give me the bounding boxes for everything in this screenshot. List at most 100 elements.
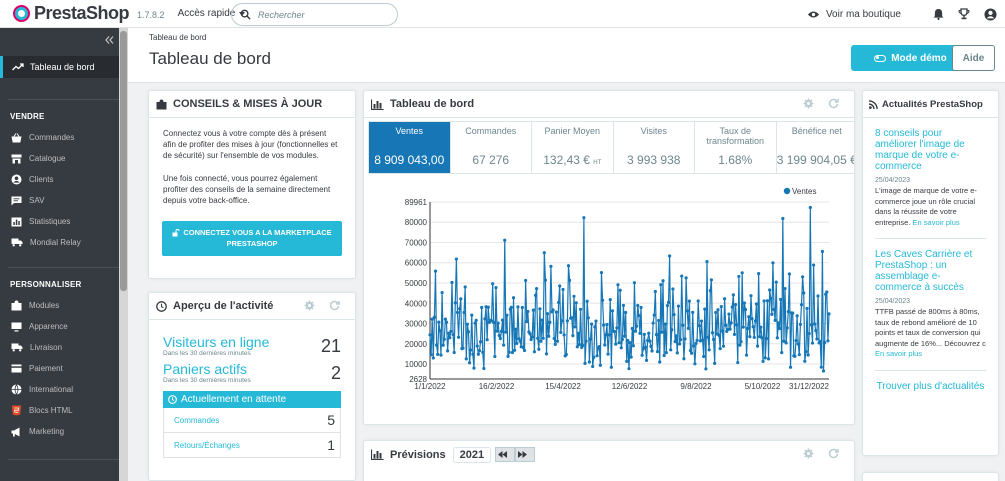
data-point [643, 345, 648, 349]
marketplace-connect-button[interactable]: CONNECTEZ VOUS A LA MARKETPLACE PRESTASH… [162, 221, 342, 256]
y-tick-label: 20000 [405, 340, 428, 349]
data-point [722, 297, 727, 301]
data-point [442, 337, 446, 341]
sidebar-item-shipping[interactable]: Livraison [0, 337, 128, 358]
y-tick-label: 40000 [405, 299, 428, 308]
data-point [719, 305, 723, 309]
sidebar-item-appearance[interactable]: Apparence [0, 316, 128, 337]
sidebar-item-label: Tableau de bord [30, 62, 95, 72]
pending-orders-label[interactable]: Commandes [174, 416, 219, 425]
sidebar-item-sav[interactable]: SAV [0, 190, 128, 211]
next-year-button[interactable] [515, 447, 536, 462]
active-carts-value: 2 [330, 363, 341, 383]
online-visitors-label[interactable]: Visiteurs en ligne [163, 334, 269, 350]
data-point [815, 337, 819, 341]
search-input[interactable]: Rechercher [231, 3, 398, 26]
pending-returns-label[interactable]: Retours/Échanges [174, 441, 240, 450]
data-point [764, 336, 768, 341]
data-point [730, 305, 734, 309]
refresh-icon[interactable] [828, 98, 839, 109]
marketplace-button-line2: PRESTASHOP [226, 239, 278, 248]
data-point [561, 287, 565, 292]
breadcrumb[interactable]: Tableau de bord [149, 33, 206, 42]
sidebar-item-html-blocks[interactable]: Blocs HTML [0, 400, 128, 421]
data-point [760, 336, 764, 340]
news-item-title[interactable]: Les Caves Carrière et PrestaShop : un as… [875, 249, 986, 293]
sidebar-scrollbar-thumb[interactable] [120, 31, 127, 291]
data-point [631, 344, 635, 348]
puzzle-icon [11, 300, 22, 311]
data-point [705, 260, 709, 264]
data-point [609, 365, 613, 369]
kpi-tabs: Ventes 8 909 043,00 Commandes 67 276 Pan… [368, 121, 854, 174]
data-point [818, 339, 822, 344]
sidebar-scrollbar[interactable] [119, 28, 128, 481]
data-point [685, 309, 689, 313]
read-more-link[interactable]: En savoir plus [913, 218, 960, 227]
sidebar-collapse-button[interactable] [0, 28, 128, 52]
news-item-date: 25/04/2023 [875, 177, 911, 184]
trophy-icon[interactable] [958, 8, 970, 20]
active-carts-label[interactable]: Paniers actifs [163, 361, 251, 377]
sidebar-item-mondial-relay[interactable]: Mondial Relay [0, 232, 128, 253]
sidebar-item-modules[interactable]: Modules [0, 295, 128, 316]
eye-icon [807, 10, 820, 18]
settings-gear-icon[interactable] [803, 98, 814, 109]
sidebar-item-customers[interactable]: Clients [0, 169, 128, 190]
pending-returns-row[interactable]: Retours/Échanges 1 [163, 433, 341, 458]
sidebar-item-marketing[interactable]: Marketing [0, 421, 128, 442]
news-item-title[interactable]: 8 conseils pour améliorer l'image de mar… [875, 128, 986, 172]
data-point [628, 341, 632, 345]
pending-orders-row[interactable]: Commandes 5 [163, 408, 341, 433]
data-point [474, 318, 478, 322]
data-point [774, 280, 778, 284]
refresh-icon[interactable] [329, 300, 340, 311]
data-point [538, 307, 542, 311]
data-point [428, 333, 432, 337]
data-point [464, 357, 468, 361]
sidebar-item-dashboard[interactable]: Tableau de bord [0, 56, 128, 78]
card-header: CONSEILS & MISES À JOUR [149, 91, 355, 118]
kpi-tab-average-cart[interactable]: Panier Moyen 132,43 € HT [532, 122, 614, 173]
kpi-tab-orders[interactable]: Commandes 67 276 [451, 122, 532, 173]
data-point [637, 313, 641, 318]
data-point [674, 334, 678, 338]
data-point [819, 365, 823, 369]
more-news-link[interactable]: Trouver plus d'actualités [875, 381, 986, 392]
data-point [799, 303, 804, 307]
data-point [595, 354, 599, 358]
read-more-link[interactable]: En savoir plus [875, 349, 922, 358]
previous-year-button[interactable] [495, 447, 516, 462]
data-point [566, 264, 571, 268]
prestashop-logo[interactable]: PrestaShop 1.7.8.2 [13, 3, 165, 24]
data-point [710, 331, 715, 335]
data-point [467, 361, 472, 365]
sidebar-item-orders[interactable]: Commandes [0, 127, 128, 148]
help-button[interactable]: Aide [952, 45, 995, 71]
notifications-bell-icon[interactable] [933, 8, 944, 20]
card-title: Actualités PrestaShop [882, 98, 983, 110]
sidebar-item-catalog[interactable]: Catalogue [0, 148, 128, 169]
kpi-tab-sales[interactable]: Ventes 8 909 043,00 [369, 122, 451, 173]
kpi-tab-conversion[interactable]: Taux de transformation 1.68% [695, 122, 777, 173]
kpi-tab-visits[interactable]: Visites 3 993 938 [614, 122, 695, 173]
monitor-icon [11, 322, 22, 331]
kpi-tab-net-profit[interactable]: Bénéfice net 3 199 904,05 € [777, 122, 854, 173]
data-point [650, 349, 654, 353]
sidebar-item-international[interactable]: International [0, 379, 128, 400]
data-point [677, 342, 682, 346]
data-point [821, 369, 826, 373]
data-point [429, 353, 433, 357]
data-point [524, 278, 528, 283]
data-point [573, 325, 577, 329]
user-account-icon[interactable] [984, 7, 997, 21]
settings-gear-icon[interactable] [803, 448, 814, 459]
sidebar-item-payment[interactable]: Paiement [0, 358, 128, 379]
refresh-icon[interactable] [828, 448, 839, 459]
data-point [777, 326, 782, 331]
settings-gear-icon[interactable] [304, 300, 315, 311]
data-point [810, 341, 815, 345]
sidebar-item-stats[interactable]: Statistiques [0, 211, 128, 232]
data-point [491, 282, 495, 286]
view-shop-link[interactable]: Voir ma boutique [807, 9, 901, 20]
